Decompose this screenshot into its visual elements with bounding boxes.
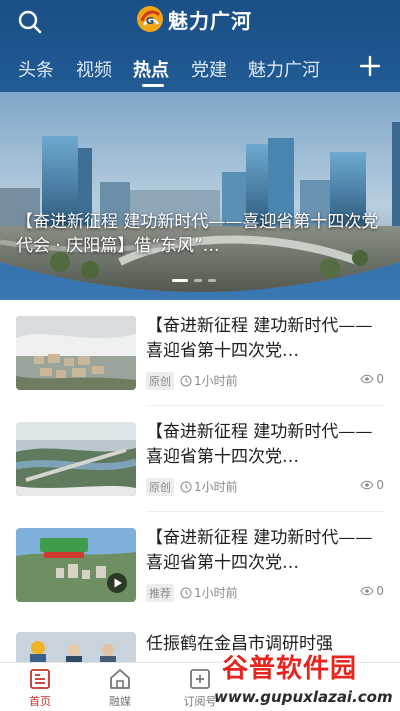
app-header: G 魅力广河 头条 视频 热点 党建 魅力广河 【奋进新征程 建功新时代——喜迎… bbox=[0, 0, 400, 300]
watermark-title: 谷普软件园 bbox=[222, 654, 358, 684]
tab-headlines[interactable]: 头条 bbox=[18, 56, 54, 82]
news-thumbnail bbox=[16, 528, 136, 602]
news-meta: 原创 1小时前 0 bbox=[146, 478, 384, 496]
news-tag: 推荐 bbox=[146, 584, 174, 602]
news-views: 0 bbox=[360, 584, 384, 598]
banner-caption[interactable]: 【奋进新征程 建功新时代——喜迎省第十四次党代会 · 庆阳篇】借“东风”… bbox=[16, 210, 388, 258]
carousel-dot bbox=[194, 279, 202, 282]
banner-image bbox=[0, 92, 400, 292]
carousel-dots bbox=[172, 279, 216, 282]
news-views: 0 bbox=[360, 478, 384, 492]
top-bar: G 魅力广河 bbox=[0, 0, 400, 44]
news-title[interactable]: 【奋进新征程 建功新时代——喜迎省第十四次党… bbox=[146, 314, 384, 364]
site-watermark: 谷普软件园 www.gupuxlazai.com bbox=[214, 648, 398, 710]
clock-icon bbox=[180, 587, 192, 598]
svg-text:G: G bbox=[146, 16, 154, 27]
news-item[interactable]: 【奋进新征程 建功新时代——喜迎省第十四次党… 推荐 1小时前 0 bbox=[0, 512, 400, 618]
nav-home[interactable]: 首页 bbox=[10, 667, 70, 709]
active-tab-indicator bbox=[142, 84, 164, 87]
eye-icon bbox=[360, 374, 374, 384]
news-views: 0 bbox=[360, 372, 384, 386]
news-time: 1小时前 bbox=[180, 372, 238, 389]
news-time: 1小时前 bbox=[180, 584, 238, 601]
news-thumbnail bbox=[16, 316, 136, 390]
news-thumbnail bbox=[16, 632, 136, 666]
brand-logo-icon: G bbox=[137, 6, 163, 32]
search-icon[interactable] bbox=[16, 8, 44, 36]
home-news-icon bbox=[30, 669, 50, 689]
news-tag: 原创 bbox=[146, 478, 174, 496]
watermark-url: www.gupuxlazai.com bbox=[214, 688, 393, 706]
news-tag: 原创 bbox=[146, 372, 174, 390]
brand: G 魅力广河 bbox=[136, 4, 252, 34]
tab-video[interactable]: 视频 bbox=[76, 56, 112, 82]
hero-banner[interactable]: 【奋进新征程 建功新时代——喜迎省第十四次党代会 · 庆阳篇】借“东风”… bbox=[0, 92, 400, 300]
news-thumbnail bbox=[16, 422, 136, 496]
eye-icon bbox=[360, 480, 374, 490]
news-item[interactable]: 【奋进新征程 建功新时代——喜迎省第十四次党… 原创 1小时前 0 bbox=[0, 300, 400, 406]
tab-hot[interactable]: 热点 bbox=[133, 56, 169, 82]
news-meta: 原创 1小时前 0 bbox=[146, 372, 384, 390]
tab-charm-guanghe[interactable]: 魅力广河 bbox=[248, 56, 320, 82]
clock-icon bbox=[180, 375, 192, 386]
app-title: 魅力广河 bbox=[168, 8, 252, 33]
house-icon bbox=[110, 669, 130, 689]
eye-icon bbox=[360, 586, 374, 596]
play-icon[interactable] bbox=[106, 572, 128, 594]
carousel-dot-active bbox=[172, 279, 188, 282]
news-meta: 推荐 1小时前 0 bbox=[146, 584, 384, 602]
channel-tabs: 头条 视频 热点 党建 魅力广河 bbox=[0, 50, 400, 90]
news-title[interactable]: 【奋进新征程 建功新时代——喜迎省第十四次党… bbox=[146, 420, 384, 470]
news-title[interactable]: 【奋进新征程 建功新时代——喜迎省第十四次党… bbox=[146, 526, 384, 576]
tab-party[interactable]: 党建 bbox=[191, 56, 227, 82]
clock-icon bbox=[180, 481, 192, 492]
news-item[interactable]: 【奋进新征程 建功新时代——喜迎省第十四次党… 原创 1小时前 0 bbox=[0, 406, 400, 512]
subscribe-icon bbox=[190, 669, 210, 689]
nav-media[interactable]: 融媒 bbox=[90, 667, 150, 709]
plus-icon[interactable] bbox=[356, 52, 384, 80]
news-time: 1小时前 bbox=[180, 478, 238, 495]
carousel-dot bbox=[208, 279, 216, 282]
